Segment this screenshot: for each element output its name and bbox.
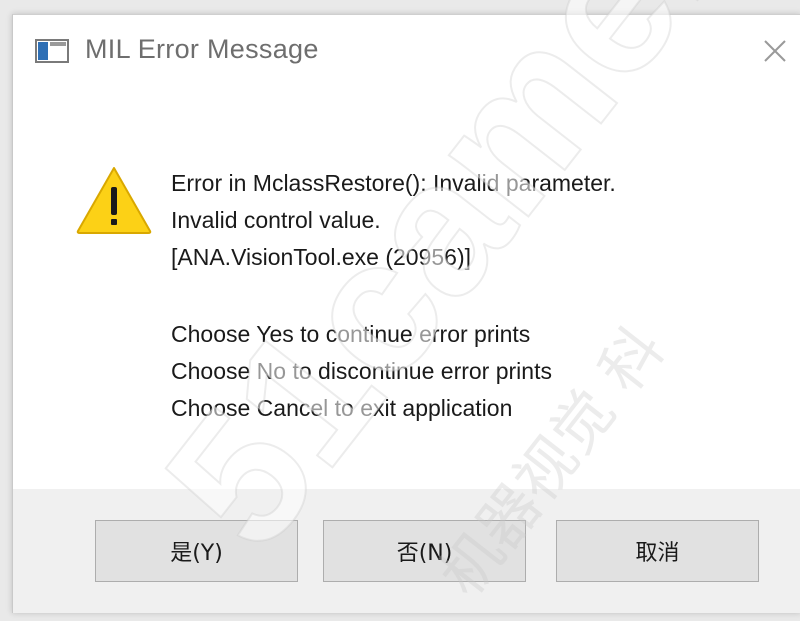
window-app-icon <box>35 39 69 63</box>
error-line: [ANA.VisionTool.exe (20956)] <box>171 244 472 270</box>
error-message: Error in MclassRestore(): Invalid parame… <box>171 165 771 427</box>
close-icon <box>764 40 786 62</box>
warning-icon <box>75 165 153 235</box>
close-button[interactable] <box>753 29 797 73</box>
error-line: Error in MclassRestore(): Invalid parame… <box>171 170 616 196</box>
yes-button[interactable]: 是(Y) <box>95 520 298 582</box>
choice-line: Choose Yes to continue error prints <box>171 321 531 347</box>
cancel-button[interactable]: 取消 <box>556 520 759 582</box>
error-line: Invalid control value. <box>171 207 381 233</box>
dialog-content: Error in MclassRestore(): Invalid parame… <box>13 87 800 487</box>
title-bar[interactable]: MIL Error Message <box>13 15 800 87</box>
error-dialog: MIL Error Message Error in MclassRestore… <box>12 14 800 613</box>
choice-line: Choose No to discontinue error prints <box>171 358 552 384</box>
choice-line: Choose Cancel to exit application <box>171 395 513 421</box>
no-button[interactable]: 否(N) <box>323 520 526 582</box>
window-title: MIL Error Message <box>85 34 319 64</box>
